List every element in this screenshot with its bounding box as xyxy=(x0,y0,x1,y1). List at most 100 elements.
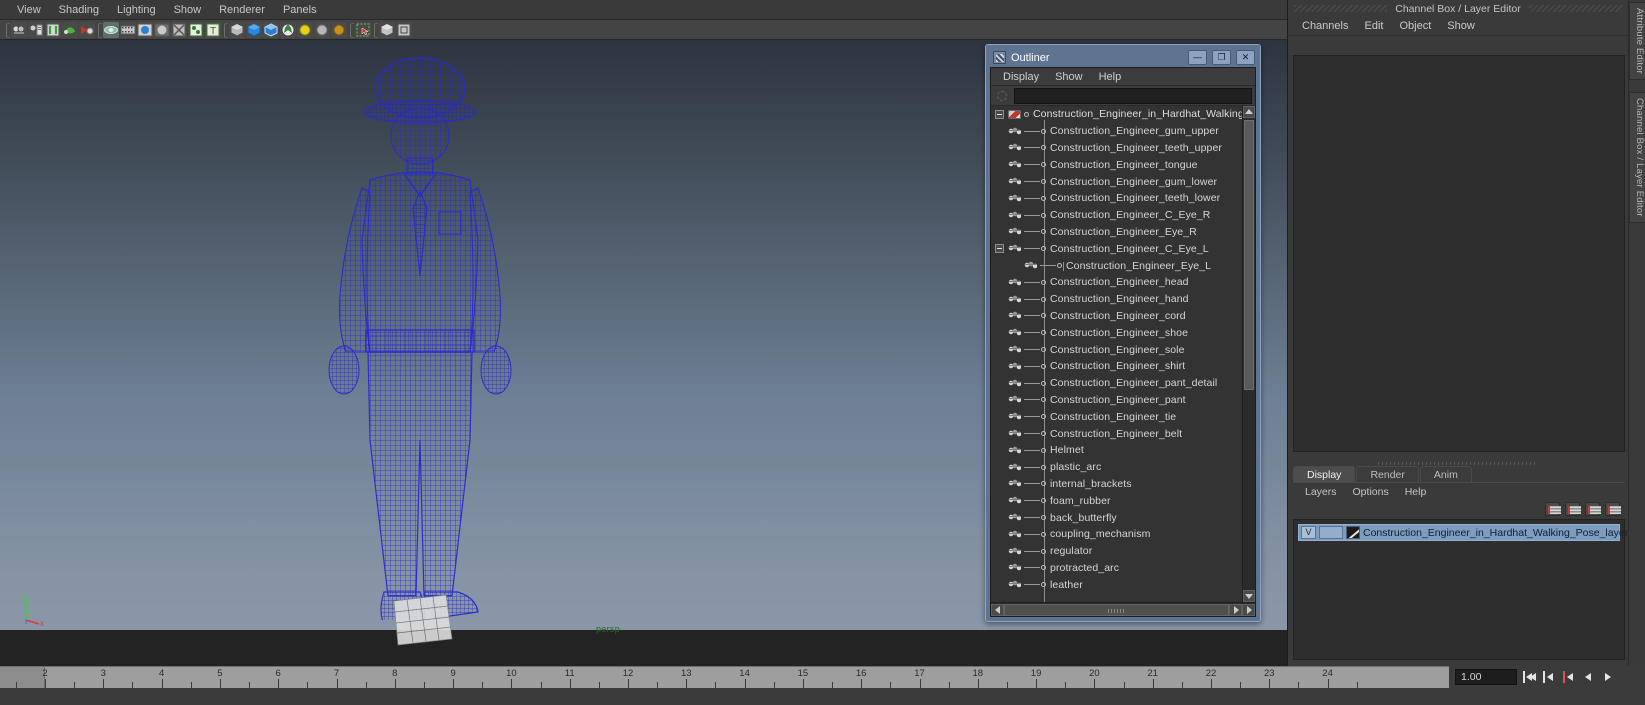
flat-shade-icon[interactable] xyxy=(263,21,279,38)
wireframe-icon[interactable] xyxy=(103,21,119,38)
channelbox-content-area[interactable] xyxy=(1293,55,1625,452)
outliner-titlebar[interactable]: Outliner — ❐ ✕ xyxy=(989,48,1257,67)
outliner-item[interactable]: internal_brackets xyxy=(991,476,1242,493)
tab-anim[interactable]: Anim xyxy=(1419,466,1472,482)
play-backwards-icon[interactable] xyxy=(1583,670,1596,684)
outliner-item[interactable]: foam_rubber xyxy=(991,492,1242,509)
hscroll-right-button[interactable] xyxy=(1229,603,1242,616)
expander-toggle[interactable] xyxy=(991,109,1007,119)
outliner-window[interactable]: Outliner — ❐ ✕ Display Show Help Constru… xyxy=(985,44,1261,622)
outliner-item[interactable]: Construction_Engineer_tie xyxy=(991,408,1242,425)
layer-list[interactable]: V Construction_Engineer_in_Hardhat_Walki… xyxy=(1293,519,1634,660)
outliner-tree[interactable]: Construction_Engineer_in_Hardhat_Walking… xyxy=(991,106,1242,602)
shadows-icon[interactable] xyxy=(79,21,95,38)
outliner-item[interactable]: Construction_Engineer_head xyxy=(991,274,1242,291)
outliner-item[interactable]: Construction_Engineer_gum_lower xyxy=(991,173,1242,190)
channelbox-menu-show[interactable]: Show xyxy=(1439,18,1483,35)
current-time-indicator[interactable] xyxy=(0,667,45,688)
xray-box-icon[interactable] xyxy=(396,21,412,38)
wireframe-on-shaded-icon[interactable] xyxy=(280,21,296,38)
outliner-item[interactable]: Construction_Engineer_Eye_L xyxy=(991,257,1242,274)
outliner-item[interactable]: Construction_Engineer_C_Eye_L xyxy=(991,240,1242,257)
image-plane-icon[interactable] xyxy=(45,21,61,38)
scroll-down-button[interactable] xyxy=(1243,590,1255,602)
outliner-item[interactable]: Construction_Engineer_gum_upper xyxy=(991,123,1242,140)
vtab-channel-box-layer-editor[interactable]: Channel Box / Layer Editor xyxy=(1629,92,1645,223)
layer-menu-layers[interactable]: Layers xyxy=(1297,485,1345,500)
outliner-item[interactable]: Construction_Engineer_pant xyxy=(991,392,1242,409)
hscroll-thumb[interactable] xyxy=(1004,603,1229,616)
outliner-item[interactable]: Construction_Engineer_teeth_lower xyxy=(991,190,1242,207)
outliner-item[interactable]: protracted_arc xyxy=(991,560,1242,577)
tab-display[interactable]: Display xyxy=(1293,466,1356,482)
shaded-box-icon[interactable] xyxy=(229,21,245,38)
outliner-item[interactable]: Construction_Engineer_cord xyxy=(991,308,1242,325)
outliner-item[interactable]: Construction_Engineer_teeth_upper xyxy=(991,140,1242,157)
outliner-item[interactable]: Construction_Engineer_C_Eye_R xyxy=(991,207,1242,224)
outliner-item[interactable]: Construction_Engineer_sole xyxy=(991,341,1242,358)
outliner-item[interactable]: Construction_Engineer_shoe xyxy=(991,324,1242,341)
hscroll-right-button-2[interactable] xyxy=(1242,603,1255,616)
wireframe-character-mesh[interactable] xyxy=(300,40,540,620)
scroll-thumb[interactable] xyxy=(1244,120,1254,390)
texture-icon[interactable]: T xyxy=(205,21,221,38)
outliner-item[interactable]: back_butterfly xyxy=(991,509,1242,526)
two-sided-lighting-icon[interactable] xyxy=(62,21,78,38)
outliner-item[interactable]: Construction_Engineer_Eye_R xyxy=(991,224,1242,241)
outliner-horizontal-scrollbar[interactable] xyxy=(991,602,1255,616)
outliner-search-input[interactable] xyxy=(1014,87,1252,104)
step-back-frame-icon[interactable] xyxy=(1563,670,1576,684)
viewport-menu-view[interactable]: View xyxy=(8,2,50,18)
go-to-start-icon[interactable] xyxy=(1523,670,1536,684)
gate-mask-icon[interactable] xyxy=(154,21,170,38)
layer-up-icon[interactable] xyxy=(1585,502,1601,516)
collapse-icon[interactable] xyxy=(994,109,1004,119)
layer-down-icon[interactable] xyxy=(1605,502,1621,516)
layer-row[interactable]: V Construction_Engineer_in_Hardhat_Walki… xyxy=(1298,524,1634,541)
outliner-vertical-scrollbar[interactable] xyxy=(1242,106,1255,602)
viewport-menu-lighting[interactable]: Lighting xyxy=(108,2,165,18)
viewport-menu-shading[interactable]: Shading xyxy=(50,2,108,18)
light-amber-icon[interactable] xyxy=(331,21,347,38)
outliner-item[interactable]: plastic_arc xyxy=(991,459,1242,476)
viewport-menu-renderer[interactable]: Renderer xyxy=(210,2,274,18)
light-grey-icon[interactable] xyxy=(314,21,330,38)
layer-playback-toggle[interactable] xyxy=(1319,526,1343,539)
collapse-icon[interactable] xyxy=(994,244,1004,254)
new-layer-from-selected-icon[interactable] xyxy=(1565,502,1581,516)
expander-toggle[interactable] xyxy=(991,244,1007,254)
current-frame-field[interactable] xyxy=(1455,669,1517,685)
outliner-item[interactable]: Helmet xyxy=(991,442,1242,459)
layer-menu-options[interactable]: Options xyxy=(1345,485,1397,500)
layer-color-swatch[interactable] xyxy=(1346,526,1360,539)
xray-joints-icon[interactable] xyxy=(188,21,204,38)
xray-icon[interactable] xyxy=(171,21,187,38)
vtab-attribute-editor[interactable]: Attribute Editor xyxy=(1629,2,1645,81)
isolate-select-icon[interactable] xyxy=(379,21,395,38)
select-region-icon[interactable] xyxy=(355,21,371,38)
outliner-item[interactable]: Construction_Engineer_pant_detail xyxy=(991,375,1242,392)
outliner-menu-help[interactable]: Help xyxy=(1091,69,1130,85)
outliner-item[interactable]: Construction_Engineer_tongue xyxy=(991,156,1242,173)
outliner-item[interactable]: leather xyxy=(991,576,1242,593)
viewport-menu-show[interactable]: Show xyxy=(165,2,211,18)
channelbox-menu-object[interactable]: Object xyxy=(1391,18,1439,35)
scroll-up-button[interactable] xyxy=(1243,106,1255,118)
close-button[interactable]: ✕ xyxy=(1236,50,1255,65)
outliner-item[interactable]: regulator xyxy=(991,543,1242,560)
layer-menu-help[interactable]: Help xyxy=(1397,485,1435,500)
outliner-item[interactable]: Construction_Engineer_in_Hardhat_Walking xyxy=(991,106,1242,123)
filmgate-icon[interactable] xyxy=(120,21,136,38)
light-yellow-icon[interactable] xyxy=(297,21,313,38)
outliner-menu-display[interactable]: Display xyxy=(995,69,1047,85)
layer-visibility-toggle[interactable]: V xyxy=(1301,526,1316,539)
maximize-button[interactable]: ❐ xyxy=(1212,50,1231,65)
hscroll-track[interactable] xyxy=(1004,603,1229,616)
step-back-keyframe-icon[interactable] xyxy=(1543,670,1556,684)
channelbox-menu-channels[interactable]: Channels xyxy=(1294,18,1356,35)
layer-name-label[interactable]: Construction_Engineer_in_Hardhat_Walking… xyxy=(1363,527,1634,539)
viewport-menu-panels[interactable]: Panels xyxy=(274,2,326,18)
smooth-shade-all-icon[interactable] xyxy=(246,21,262,38)
tab-render[interactable]: Render xyxy=(1356,466,1419,482)
outliner-item[interactable]: coupling_mechanism xyxy=(991,526,1242,543)
